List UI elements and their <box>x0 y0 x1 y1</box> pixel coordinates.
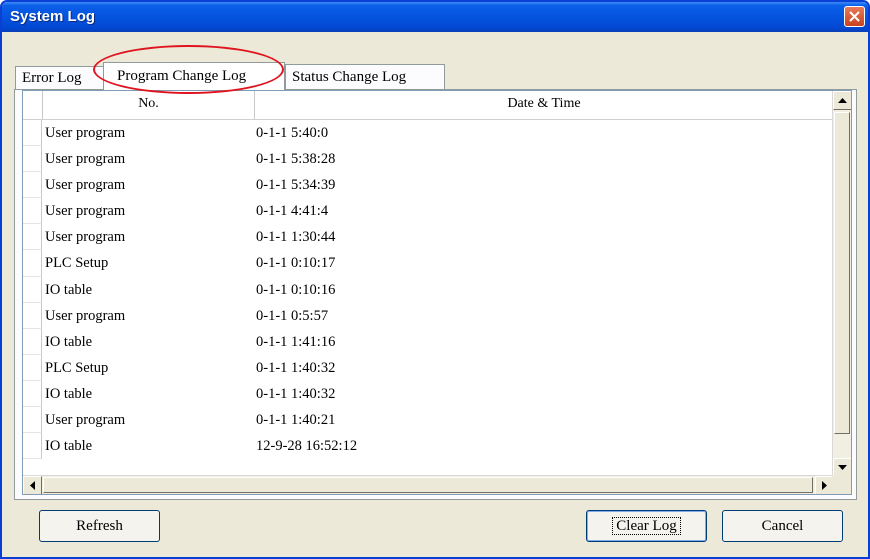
table-body: User program 0-1-1 5:40:0 User program 0-1… <box>23 120 833 460</box>
table-row[interactable]: User program 0-1-1 5:34:39 <box>23 172 833 199</box>
row-selector[interactable] <box>23 198 42 225</box>
table-row[interactable]: IO table 12-9-28 16:52:12 <box>23 433 833 460</box>
cell-no: PLC Setup <box>45 255 109 272</box>
row-selector[interactable] <box>23 224 42 251</box>
row-selector[interactable] <box>23 172 42 199</box>
table-row[interactable]: User program 0-1-1 1:30:44 <box>23 224 833 251</box>
table-row[interactable]: PLC Setup 0-1-1 0:10:17 <box>23 250 833 277</box>
table-row[interactable]: User program 0-1-1 0:5:57 <box>23 302 833 329</box>
cell-date-time: 0-1-1 1:40:21 <box>256 412 336 429</box>
row-selector[interactable] <box>23 407 42 434</box>
cell-no: PLC Setup <box>45 359 109 376</box>
cell-no: User program <box>45 177 126 194</box>
column-header-no[interactable]: No. <box>43 91 255 119</box>
refresh-button-label: Refresh <box>76 518 123 534</box>
cell-no: User program <box>45 412 126 429</box>
cell-no: IO table <box>45 385 93 402</box>
row-selector[interactable] <box>23 433 42 460</box>
arrow-right-icon <box>822 481 827 490</box>
row-selector[interactable] <box>23 120 42 147</box>
clear-log-button-label: Clear Log <box>612 517 681 535</box>
tab-status-change-log[interactable]: Status Change Log <box>285 64 445 90</box>
vertical-scrollbar[interactable] <box>832 91 851 477</box>
row-selector[interactable] <box>23 380 42 408</box>
tab-error-log-label: Error Log <box>22 70 82 86</box>
cell-date-time: 0-1-1 5:34:39 <box>256 177 336 194</box>
clear-log-button[interactable]: Clear Log <box>586 510 707 542</box>
tab-status-change-log-label: Status Change Log <box>292 69 407 85</box>
cell-no: IO table <box>45 281 93 298</box>
row-selector[interactable] <box>23 354 42 381</box>
cell-no: IO table <box>45 438 93 455</box>
cell-date-time: 0-1-1 1:40:32 <box>256 385 336 402</box>
cell-date-time: 0-1-1 1:30:44 <box>256 229 336 246</box>
cell-date-time: 12-9-28 16:52:12 <box>256 438 358 455</box>
cancel-button-label: Cancel <box>761 518 804 534</box>
tab-program-change-log[interactable]: Program Change Log <box>103 62 285 90</box>
row-selector[interactable] <box>23 250 42 277</box>
row-selector[interactable] <box>23 302 42 329</box>
cell-no: User program <box>45 307 126 324</box>
cell-no: IO table <box>45 333 93 350</box>
cell-date-time: 0-1-1 0:5:57 <box>256 307 329 324</box>
cell-no: User program <box>45 229 126 246</box>
row-selector[interactable] <box>23 276 42 303</box>
cell-date-time: 0-1-1 5:40:0 <box>256 125 329 141</box>
cell-no: User program <box>45 125 126 141</box>
cell-date-time: 0-1-1 0:10:16 <box>256 281 336 298</box>
scroll-up-button[interactable] <box>833 91 851 110</box>
vertical-scroll-thumb[interactable] <box>834 112 850 434</box>
scroll-left-button[interactable] <box>23 476 42 494</box>
arrow-down-icon <box>838 465 847 470</box>
scrollbar-corner <box>832 475 851 494</box>
arrow-up-icon <box>838 98 847 103</box>
cell-no: User program <box>45 151 126 168</box>
table-row[interactable]: User program 0-1-1 4:41:4 <box>23 198 833 225</box>
column-header-date-time[interactable]: Date & Time <box>255 91 833 119</box>
table-row[interactable]: IO table 0-1-1 1:40:32 <box>23 380 833 408</box>
table-row[interactable]: PLC Setup 0-1-1 1:40:32 <box>23 354 833 381</box>
table-row[interactable]: IO table 0-1-1 1:41:16 <box>23 328 833 355</box>
tab-program-change-log-label: Program Change Log <box>117 68 247 84</box>
title-bar[interactable]: System Log <box>2 2 868 32</box>
row-selector[interactable] <box>23 146 42 173</box>
cell-no: User program <box>45 203 126 220</box>
horizontal-scroll-thumb[interactable] <box>43 477 813 493</box>
log-table[interactable]: No. Date & Time User program 0-1-1 5:40:0… <box>22 90 852 495</box>
cell-date-time: 0-1-1 4:41:4 <box>256 203 329 220</box>
cell-date-time: 0-1-1 0:10:17 <box>256 255 336 272</box>
cancel-button[interactable]: Cancel <box>722 510 843 542</box>
row-selector[interactable] <box>23 328 42 355</box>
table-row[interactable]: User program 0-1-1 5:40:0 <box>23 120 833 147</box>
system-log-window: System Log Error Log Program Change Log … <box>0 0 870 559</box>
window-title: System Log <box>10 8 96 25</box>
close-icon <box>849 11 860 22</box>
cell-date-time: 0-1-1 1:41:16 <box>256 333 336 350</box>
table-row[interactable]: User program 0-1-1 1:40:21 <box>23 407 833 434</box>
column-header-date-time-label: Date & Time <box>507 96 581 111</box>
refresh-button[interactable]: Refresh <box>39 510 160 542</box>
horizontal-scrollbar[interactable] <box>23 475 834 494</box>
table-row[interactable]: IO table 0-1-1 0:10:16 <box>23 276 833 303</box>
table-row[interactable]: User program 0-1-1 5:38:28 <box>23 146 833 173</box>
cell-date-time: 0-1-1 5:38:28 <box>256 151 336 168</box>
header-corner <box>23 91 43 119</box>
cell-date-time: 0-1-1 1:40:32 <box>256 359 336 376</box>
table-header: No. Date & Time <box>23 91 833 120</box>
arrow-left-icon <box>30 481 35 490</box>
close-button[interactable] <box>844 6 865 27</box>
tab-error-log[interactable]: Error Log <box>15 66 104 90</box>
column-header-no-label: No. <box>138 96 159 111</box>
